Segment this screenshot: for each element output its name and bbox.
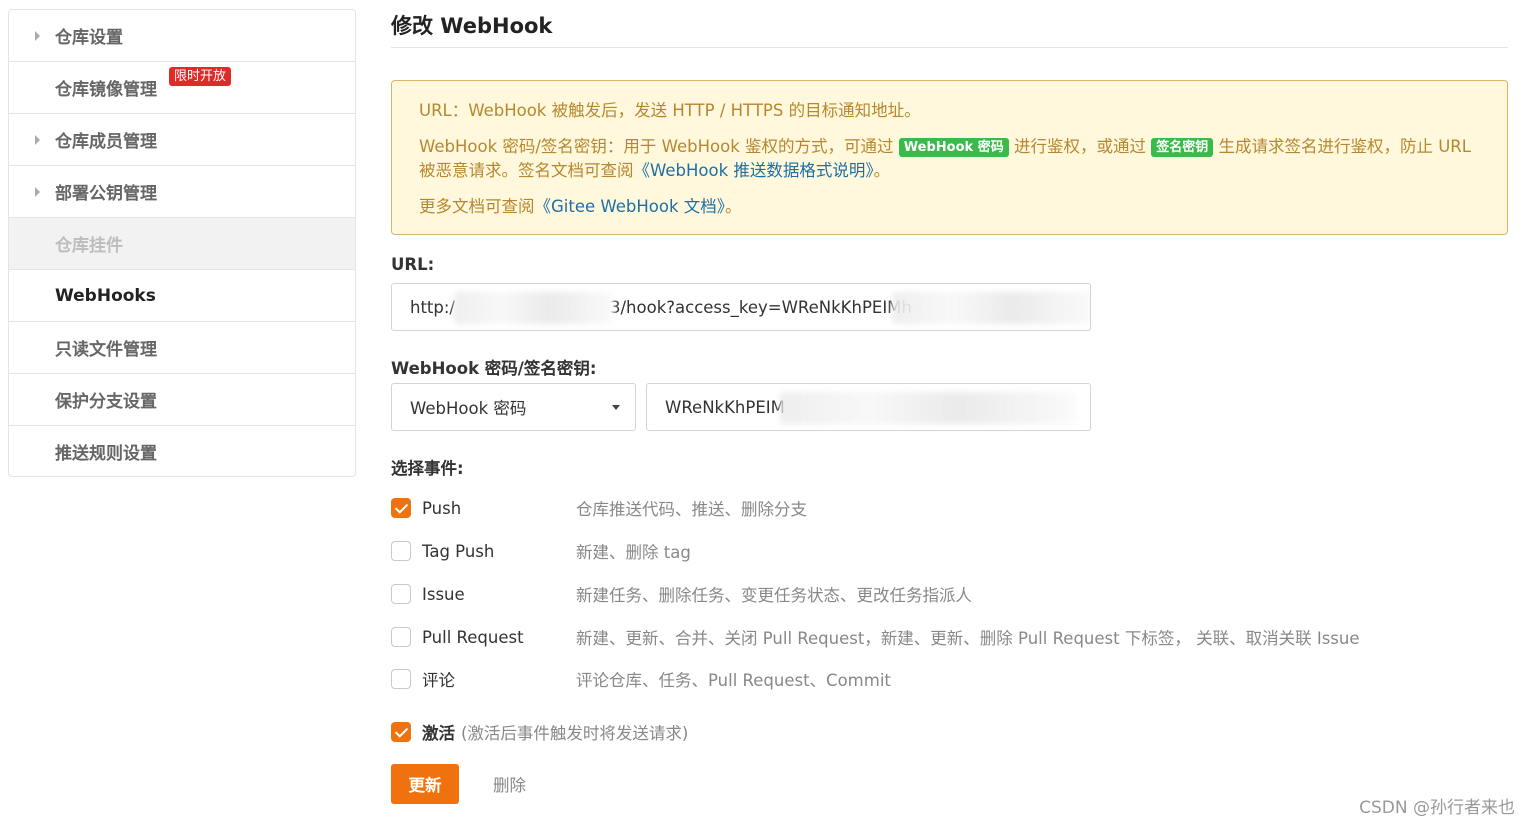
comment-checkbox[interactable] (391, 669, 411, 689)
signature-key-tag: 签名密钥 (1151, 138, 1214, 157)
notice-docs-line: 更多文档可查阅《Gitee WebHook 文档》。 (419, 197, 742, 216)
activate-row: 激活 (激活后事件触发时将发送请求) (391, 720, 1508, 744)
push-format-doc-link[interactable]: 《WebHook 推送数据格式说明》 (634, 161, 874, 180)
settings-sidebar: 仓库设置 仓库镜像管理 限时开放 仓库成员管理 部署公钥管理 仓库挂件 WebH… (8, 9, 356, 477)
info-notice: URL：WebHook 被触发后，发送 HTTP / HTTPS 的目标通知地址… (391, 80, 1508, 235)
event-name: 评论 (422, 671, 455, 690)
update-button[interactable]: 更新 (391, 764, 459, 804)
redaction-blur (454, 292, 614, 324)
sidebar-item-webhooks[interactable]: WebHooks (9, 270, 355, 322)
activate-hint: (激活后事件触发时将发送请求) (461, 724, 689, 743)
gitee-webhook-doc-link[interactable]: 《Gitee WebHook 文档》 (535, 197, 726, 216)
page-title: 修改 WebHook (391, 14, 553, 38)
notice-url-line: URL：WebHook 被触发后，发送 HTTP / HTTPS 的目标通知地址… (419, 101, 921, 120)
webhook-password-tag: WebHook 密码 (898, 138, 1009, 157)
redaction-blur (780, 392, 1075, 424)
sidebar-item-label: 保护分支设置 (55, 392, 157, 412)
sidebar-item-label: 部署公钥管理 (55, 184, 157, 204)
watermark: CSDN @孙行者来也 (1359, 798, 1515, 818)
caret-right-icon (35, 186, 40, 197)
sidebar-item-readonly-files[interactable]: 只读文件管理 (9, 322, 355, 374)
url-value-prefix: http:/ (410, 297, 455, 317)
event-desc: 评论仓库、任务、Pull Request、Commit (576, 671, 891, 690)
url-value-visible: 3/hook?access_key=WReNkKhPEIMh (610, 297, 912, 317)
caret-right-icon (35, 30, 40, 41)
event-row-comment: 评论 评论仓库、任务、Pull Request、Commit (391, 667, 1508, 691)
activate-label: 激活 (422, 724, 455, 743)
sidebar-item-deploy-keys[interactable]: 部署公钥管理 (9, 166, 355, 218)
activate-checkbox[interactable] (391, 722, 411, 742)
event-name: Pull Request (422, 627, 524, 647)
sidebar-item-repo-members[interactable]: 仓库成员管理 (9, 114, 355, 166)
sidebar-item-label: WebHooks (55, 285, 156, 306)
event-row-pull-request: Pull Request 新建、更新、合并、关闭 Pull Request，新建… (391, 625, 1508, 649)
event-name: Issue (422, 584, 465, 604)
redaction-blur (892, 292, 1090, 324)
notice-secret-line: WebHook 密码/签名密钥：用于 WebHook 鉴权的方式，可通过 Web… (419, 137, 1471, 180)
sidebar-item-protected-branches[interactable]: 保护分支设置 (9, 374, 355, 426)
secret-type-select[interactable]: WebHook 密码 (391, 383, 636, 431)
sidebar-item-label: 推送规则设置 (55, 443, 157, 464)
sidebar-item-repo-widgets: 仓库挂件 (9, 218, 355, 270)
sidebar-item-push-rules[interactable]: 推送规则设置 (9, 426, 355, 476)
events-label: 选择事件: (391, 459, 464, 478)
url-input[interactable]: http:/ 3/hook?access_key=WReNkKhPEIMh (391, 283, 1091, 331)
sidebar-item-label: 只读文件管理 (55, 340, 157, 360)
event-row-issue: Issue 新建任务、删除任务、变更任务状态、更改任务指派人 (391, 582, 1508, 606)
sidebar-item-label: 仓库挂件 (55, 236, 123, 256)
event-row-push: Push 仓库推送代码、推送、删除分支 (391, 496, 1508, 520)
pull-request-checkbox[interactable] (391, 627, 411, 647)
event-desc: 新建任务、删除任务、变更任务状态、更改任务指派人 (576, 586, 972, 605)
event-desc: 新建、更新、合并、关闭 Pull Request，新建、更新、删除 Pull R… (576, 629, 1360, 648)
sidebar-item-repo-settings[interactable]: 仓库设置 (9, 10, 355, 62)
secret-label: WebHook 密码/签名密钥: (391, 359, 597, 378)
sidebar-item-label: 仓库成员管理 (55, 132, 157, 152)
dropdown-arrow-icon (612, 405, 620, 410)
title-divider (391, 47, 1508, 48)
caret-right-icon (35, 134, 40, 145)
event-row-tag-push: Tag Push 新建、删除 tag (391, 539, 1508, 563)
delete-button[interactable]: 删除 (493, 772, 526, 796)
event-desc: 新建、删除 tag (576, 543, 691, 562)
limited-badge: 限时开放 (169, 67, 232, 86)
sidebar-item-label: 仓库镜像管理 (55, 80, 157, 100)
url-label: URL: (391, 255, 435, 274)
issue-checkbox[interactable] (391, 584, 411, 604)
secret-value-visible: WReNkKhPEIM (665, 397, 785, 417)
tag-push-checkbox[interactable] (391, 541, 411, 561)
event-desc: 仓库推送代码、推送、删除分支 (576, 500, 807, 519)
event-name: Tag Push (422, 541, 495, 561)
secret-input[interactable]: WReNkKhPEIM (646, 383, 1091, 431)
sidebar-item-repo-mirror[interactable]: 仓库镜像管理 限时开放 (9, 62, 355, 114)
sidebar-item-label: 仓库设置 (55, 28, 123, 48)
event-name: Push (422, 498, 462, 518)
secret-type-value: WebHook 密码 (410, 399, 527, 418)
push-checkbox[interactable] (391, 498, 411, 518)
